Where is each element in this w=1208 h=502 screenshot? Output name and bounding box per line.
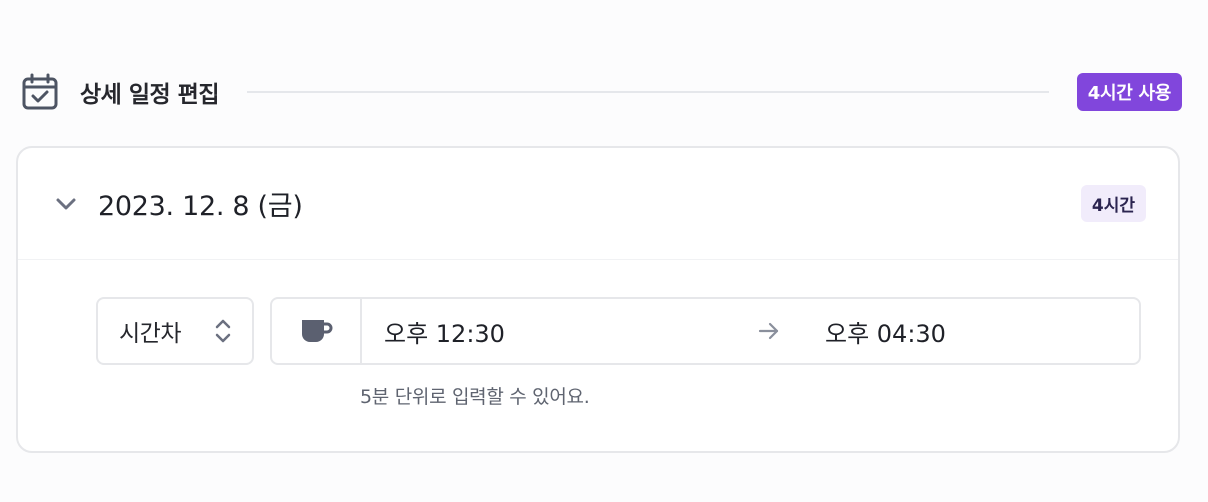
page-title: 상세 일정 편집 bbox=[80, 82, 219, 108]
leave-type-select[interactable]: 시간차 bbox=[96, 297, 254, 365]
end-time-input[interactable]: 오후 04:30 bbox=[825, 314, 946, 349]
input-hint: 5분 단위로 입력할 수 있어요. bbox=[360, 386, 590, 408]
header-divider bbox=[246, 91, 1049, 93]
time-range-field: 오후 12:30 오후 04:30 bbox=[270, 297, 1141, 365]
chevron-down-icon[interactable] bbox=[52, 190, 80, 218]
section-header: 상세 일정 편집 4시간 사용 bbox=[20, 70, 1182, 114]
arrow-right-icon bbox=[739, 321, 799, 341]
usage-badge: 4시간 사용 bbox=[1076, 73, 1182, 111]
category-icon-button[interactable] bbox=[272, 299, 362, 363]
time-entry-row: 시간차 오후 12:30 오후 04:30 bbox=[96, 297, 1141, 365]
coffee-cup-icon bbox=[302, 320, 333, 342]
day-card: 2023. 12. 8 (금) 4시간 시간차 오후 12:30 오후 04:3… bbox=[16, 146, 1180, 453]
day-card-header[interactable]: 2023. 12. 8 (금) 4시간 bbox=[18, 148, 1178, 260]
start-time-input[interactable]: 오후 12:30 bbox=[384, 314, 739, 349]
day-date: 2023. 12. 8 (금) bbox=[98, 191, 303, 222]
hours-badge: 4시간 bbox=[1080, 185, 1146, 222]
calendar-check-icon bbox=[20, 72, 60, 112]
leave-type-value: 시간차 bbox=[119, 321, 181, 347]
updown-chevron-icon bbox=[212, 317, 234, 345]
